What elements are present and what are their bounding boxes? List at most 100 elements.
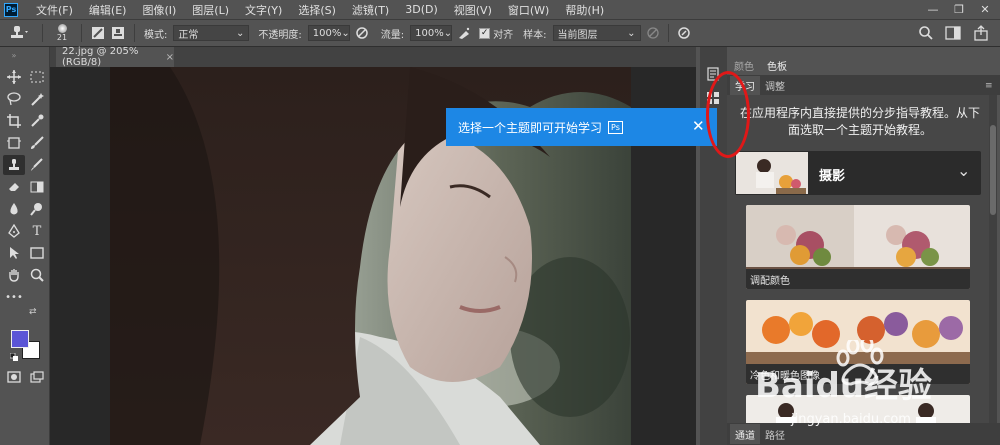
tab-swatches[interactable]: 色板 — [761, 55, 793, 75]
clone-source-button[interactable] — [108, 24, 128, 42]
pressure-size-icon — [677, 27, 690, 39]
photoshop-logo-icon[interactable]: Ps — [4, 2, 18, 17]
menu-select[interactable]: 选择(S) — [290, 2, 344, 18]
workspace-button[interactable] — [945, 25, 961, 41]
sample-dropdown[interactable]: 当前图层 ⌄ — [552, 25, 641, 41]
topic-photography-header[interactable]: 摄影 ⌄ — [735, 151, 981, 195]
menu-image[interactable]: 图像(I) — [134, 2, 184, 18]
tab-adjustments[interactable]: 调整 — [760, 76, 790, 95]
marquee-tool[interactable] — [26, 67, 48, 87]
crop-icon — [7, 114, 21, 128]
eyedropper-icon — [31, 114, 44, 127]
separator — [81, 24, 82, 42]
eyedropper-tool[interactable] — [26, 111, 48, 131]
tutorial-caption: 冷色和暖色图像 — [746, 364, 970, 384]
quick-mask-button[interactable] — [3, 367, 25, 387]
brush-tip-icon — [57, 24, 67, 33]
learn-intro-text: 在应用程序内直接提供的分步指导教程。从下面选取一个主题开始教程。 — [739, 106, 980, 137]
brush-icon — [31, 136, 44, 149]
airbrush-button[interactable] — [455, 26, 473, 40]
close-window-button[interactable]: ✕ — [972, 0, 998, 19]
menu-help[interactable]: 帮助(H) — [557, 2, 612, 18]
tutorial-card-blend-colors[interactable]: 调配颜色 — [746, 205, 970, 289]
frame-tool[interactable] — [3, 133, 25, 153]
ignore-adjustment-button[interactable] — [644, 26, 662, 40]
topic-thumbnail — [736, 152, 808, 194]
tutorial-caption: 调配颜色 — [746, 269, 970, 289]
tab-channels[interactable]: 通道 — [730, 424, 760, 444]
pressure-size-button[interactable] — [675, 26, 693, 40]
separator — [42, 24, 43, 42]
hand-tool[interactable] — [3, 265, 25, 285]
maximize-button[interactable]: ❐ — [946, 0, 972, 19]
document-tab[interactable]: 22.jpg @ 205%(RGB/8) × — [56, 46, 174, 68]
brush-preset-picker[interactable]: 21 — [49, 21, 75, 45]
search-button[interactable] — [918, 25, 934, 41]
lasso-tool[interactable] — [3, 89, 25, 109]
menu-3d[interactable]: 3D(D) — [397, 3, 446, 16]
rectangle-icon — [30, 247, 44, 259]
quick-mask-icon — [7, 371, 21, 383]
share-button[interactable] — [973, 25, 989, 41]
mode-value: 正常 — [178, 29, 199, 41]
magic-wand-tool[interactable] — [26, 89, 48, 109]
separator — [667, 24, 669, 42]
foreground-color-swatch[interactable] — [11, 330, 29, 348]
dodge-tool[interactable] — [26, 199, 48, 219]
edit-toolbar-button[interactable]: ••• — [3, 287, 25, 307]
gradient-icon — [30, 181, 44, 193]
brush-settings-button[interactable] — [88, 24, 108, 42]
scrollbar-thumb[interactable] — [990, 125, 996, 215]
path-selection-tool[interactable] — [3, 243, 25, 263]
tutorial-card-warm-cool[interactable]: 冷色和暖色图像 — [746, 300, 970, 384]
panel-menu-icon[interactable]: ≡ — [985, 81, 993, 91]
clone-stamp-icon — [11, 26, 28, 38]
aligned-checkbox[interactable]: ✓ 对齐 — [479, 26, 513, 41]
panel-scrollbar[interactable] — [989, 95, 997, 423]
chevron-down-icon: ⌄ — [235, 27, 245, 39]
eraser-tool[interactable] — [3, 177, 25, 197]
mode-dropdown[interactable]: 正常 ⌄ — [173, 25, 250, 41]
tooltip-text: 选择一个主题即可开始学习 — [458, 120, 603, 135]
menu-edit[interactable]: 编辑(E) — [81, 2, 135, 18]
opacity-field[interactable]: 100% ⌄ — [307, 25, 350, 41]
menu-file[interactable]: 文件(F) — [28, 2, 81, 18]
toolbar-collapse-icon[interactable]: » — [3, 51, 25, 60]
tool-preset-picker[interactable] — [0, 25, 36, 41]
more-dots-icon: ••• — [5, 291, 23, 303]
tutorial-thumbnail — [746, 395, 970, 423]
menu-type[interactable]: 文字(Y) — [237, 2, 290, 18]
zoom-tool[interactable] — [26, 265, 48, 285]
chevron-down-icon: ⌄ — [341, 27, 350, 39]
pen-tool[interactable] — [3, 221, 25, 241]
gradient-tool[interactable] — [26, 177, 48, 197]
flow-field[interactable]: 100% ⌄ — [410, 25, 453, 41]
type-tool[interactable]: T — [26, 221, 48, 241]
screen-mode-button[interactable] — [26, 367, 48, 387]
lasso-icon — [7, 92, 21, 106]
tooltip-close-button[interactable]: ✕ — [692, 117, 705, 135]
tab-paths[interactable]: 路径 — [760, 424, 790, 444]
swap-colors-icon[interactable]: ⇄ — [29, 307, 37, 317]
brush-tool[interactable] — [26, 133, 48, 153]
menu-filter[interactable]: 滤镜(T) — [344, 2, 397, 18]
workspace-icon — [945, 26, 961, 40]
move-tool[interactable] — [3, 67, 25, 87]
crop-tool[interactable] — [3, 111, 25, 131]
tutorial-card-next[interactable] — [746, 395, 970, 423]
search-icon — [919, 26, 933, 40]
pressure-opacity-button[interactable] — [353, 26, 371, 40]
magic-wand-icon — [31, 93, 44, 106]
default-colors-icon[interactable] — [9, 351, 18, 361]
menu-window[interactable]: 窗口(W) — [500, 2, 557, 18]
history-brush-tool[interactable] — [26, 155, 48, 175]
clone-stamp-tool[interactable] — [3, 155, 25, 175]
chevron-down-icon[interactable]: ⌄ — [957, 161, 970, 180]
close-tab-icon[interactable]: × — [166, 52, 174, 63]
screen-mode-icon — [30, 371, 44, 383]
menu-layer[interactable]: 图层(L) — [184, 2, 237, 18]
minimize-button[interactable]: — — [920, 0, 946, 19]
blur-tool[interactable] — [3, 199, 25, 219]
rectangle-tool[interactable] — [26, 243, 48, 263]
menu-view[interactable]: 视图(V) — [446, 2, 500, 18]
